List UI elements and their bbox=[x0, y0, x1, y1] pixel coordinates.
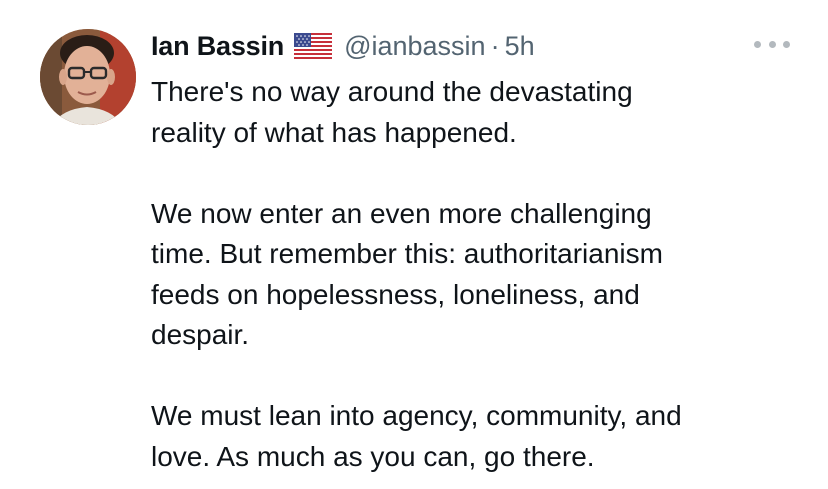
tweet[interactable]: Ian Bassin @ianbassin · 5h There's no wa… bbox=[0, 0, 828, 489]
more-horizontal-icon[interactable] bbox=[754, 36, 790, 52]
more-dot bbox=[783, 40, 790, 48]
profile-photo bbox=[40, 29, 136, 125]
separator-dot: · bbox=[490, 30, 500, 61]
text-line: We now enter an even more challenging bbox=[151, 197, 652, 229]
tweet-text: There's no way around the devastating re… bbox=[151, 72, 811, 477]
tweet-paragraph: There's no way around the devastating re… bbox=[151, 72, 811, 153]
text-line: There's no way around the devastating bbox=[151, 76, 633, 107]
us-flag-icon bbox=[294, 33, 333, 59]
text-line: feeds on hopelessness, loneliness, and bbox=[151, 278, 640, 310]
tweet-header: Ian Bassin @ianbassin · 5h bbox=[151, 26, 535, 66]
text-line: time. But remember this: authoritarianis… bbox=[151, 238, 663, 269]
text-line: reality of what has happened. bbox=[151, 116, 517, 148]
more-dot bbox=[768, 40, 776, 48]
more-dot bbox=[754, 40, 761, 48]
timestamp[interactable]: 5h bbox=[505, 31, 535, 62]
text-line: love. As much as you can, go there. bbox=[151, 440, 595, 472]
text-line: despair. bbox=[151, 319, 250, 350]
text-line: We must lean into agency, community, and bbox=[151, 400, 682, 431]
author-handle[interactable]: @ianbassin bbox=[344, 31, 486, 62]
tweet-paragraph: We now enter an even more challenging ti… bbox=[151, 194, 811, 356]
tweet-paragraph: We must lean into agency, community, and… bbox=[151, 396, 811, 477]
author-name[interactable]: Ian Bassin bbox=[151, 31, 284, 62]
avatar[interactable] bbox=[40, 29, 136, 125]
